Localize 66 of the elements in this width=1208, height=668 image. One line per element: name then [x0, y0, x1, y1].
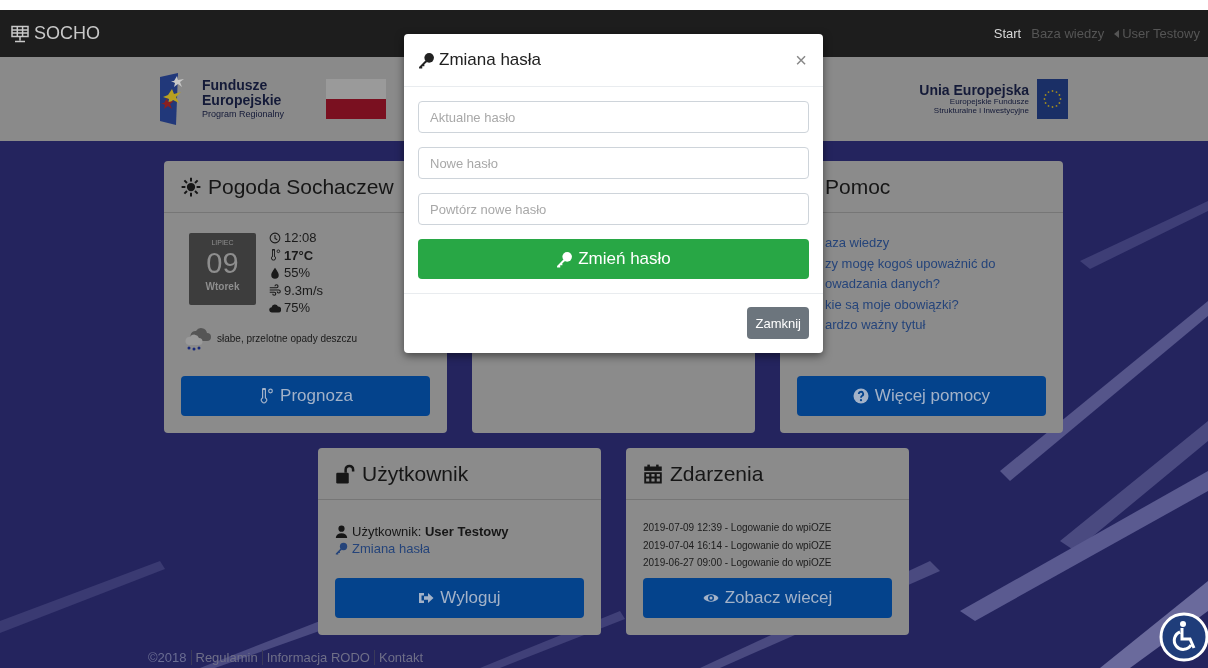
user-icon	[335, 525, 348, 538]
accessibility-icon	[1159, 612, 1208, 662]
open-lock-icon	[335, 463, 355, 484]
help-link[interactable]: ardzo ważny tytuł	[825, 315, 1046, 336]
change-password-button[interactable]: Zmień hasło	[418, 239, 809, 279]
event-entry: 2019-07-04 16:14 - Logowanie do wpiOZE	[643, 538, 833, 553]
event-entry: 2019-06-27 09:00 - Logowanie do wpiOZE	[643, 556, 833, 570]
clock-icon	[269, 231, 281, 244]
password-field[interactable]: Aktualne hasło	[418, 101, 809, 133]
question-icon	[852, 388, 869, 404]
weather-reading: 17°C	[284, 247, 314, 263]
close-button[interactable]: ×	[793, 48, 809, 72]
user-menu[interactable]: User Testowy	[1122, 26, 1200, 41]
card-title: Pogoda Sochaczew	[208, 174, 394, 199]
help-link[interactable]: zy mogę kogoś upoważnić do	[825, 253, 1046, 274]
logout-button[interactable]: Wyloguj	[335, 578, 584, 618]
logo-title: Fundusze	[202, 78, 269, 93]
solar-panel-icon	[10, 24, 30, 43]
user-info: Użytkownik: User Testowy	[352, 524, 509, 539]
weather-reading: 9.3m/s	[284, 282, 323, 298]
logo-title: Europejskie	[202, 92, 283, 108]
help-link[interactable]: owadzania danych?	[825, 274, 1046, 295]
thermometer-icon	[269, 249, 281, 262]
key-icon	[335, 542, 348, 555]
card-title: Użytkownik	[362, 461, 469, 486]
drop-icon	[269, 266, 281, 279]
more-help-button[interactable]: Więcej pomocy	[797, 376, 1046, 416]
help-link[interactable]: aza wiedzy	[825, 233, 1046, 254]
key-icon	[418, 51, 435, 69]
footer-link[interactable]: Kontakt	[373, 650, 428, 665]
event-entry: 2019-07-09 12:39 - Logowanie do wpiOZE	[643, 521, 833, 535]
day-number: 09	[206, 249, 239, 278]
copyright-text: ©2018	[148, 650, 188, 665]
help-link[interactable]: kie są moje obowiązki?	[825, 294, 1046, 315]
see-more-button[interactable]: Zobacz wiecej	[643, 578, 892, 618]
logo-subtitle: Europejskie Fundusze	[949, 97, 1029, 106]
footer-link[interactable]: Regulamin	[190, 650, 262, 665]
exit-icon	[418, 590, 435, 606]
weather-description: słabe, przelotne opady deszczu	[217, 333, 358, 344]
nav-link[interactable]: Baza wiedzy	[1031, 26, 1105, 41]
sun-icon	[181, 176, 201, 197]
weather-reading: 55%	[284, 265, 311, 281]
nav-link[interactable]: Start	[993, 26, 1022, 41]
weekday-label: Wtorek	[205, 281, 240, 292]
dialog-title: Zmiana hasła	[439, 50, 542, 70]
logo-title: Unia Europejska	[919, 82, 1029, 98]
change-password-link[interactable]: Zmiana hasła	[352, 541, 431, 556]
caret-icon	[1114, 29, 1120, 38]
card-title: Pomoc	[825, 174, 891, 199]
password-field[interactable]: Powtórz nowe hasło	[418, 193, 809, 225]
wind-icon	[269, 284, 281, 297]
weather-reading: 75%	[284, 300, 311, 316]
close-dialog-button[interactable]: Zamknij	[747, 307, 809, 339]
brand-name[interactable]: SOCHO	[34, 23, 100, 44]
card-title: Zdarzenia	[670, 461, 764, 486]
thermometer-icon	[258, 388, 275, 404]
flag-icon	[326, 79, 387, 119]
key-icon	[556, 250, 574, 268]
flag-icon	[1037, 79, 1068, 119]
weather-reading: 12:08	[284, 230, 317, 246]
forecast-button[interactable]: Prognoza	[181, 376, 430, 416]
footer-link[interactable]: Informacja RODO	[261, 650, 374, 665]
calendar-icon	[643, 463, 663, 484]
logo-subtitle: Strukturalne i Inwestycyjne	[933, 106, 1029, 116]
password-field[interactable]: Nowe hasło	[418, 147, 809, 179]
logo-subtitle: Program Regionalny	[202, 110, 285, 120]
